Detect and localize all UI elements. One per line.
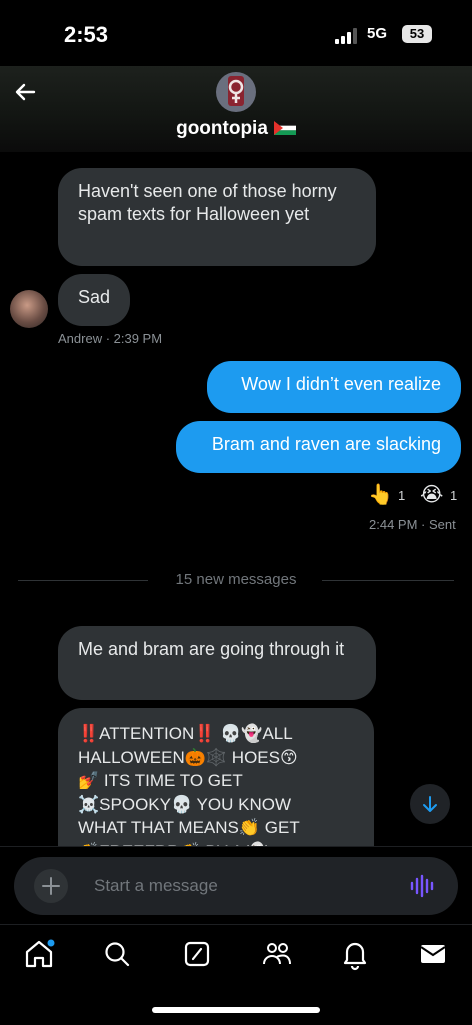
message-line: 💅 ITS TIME TO GET — [78, 771, 243, 790]
venus-fist-icon — [228, 76, 244, 106]
composer-area: Start a message — [0, 846, 472, 925]
new-messages-divider: 15 new messages — [175, 571, 297, 588]
message-bubble-sent[interactable]: Bram and raven are slacking — [176, 421, 461, 473]
conversation-header: goontopia — [0, 66, 472, 152]
message-status: Sent — [428, 517, 456, 532]
status-time: 2:53 — [64, 22, 109, 47]
message-line: WHAT THAT MEANS👏 GET — [78, 818, 300, 837]
battery-icon: 53 — [402, 25, 432, 43]
home-indicator — [152, 1007, 320, 1013]
message-text: Bram and raven are slacking — [211, 434, 441, 454]
palestine-flag-icon — [273, 121, 296, 135]
reaction-pointing-up-emoji[interactable]: 👆 — [368, 482, 393, 507]
message-bubble-sent[interactable]: Wow I didn’t even realize — [207, 361, 461, 413]
home-icon[interactable] — [22, 937, 56, 971]
scroll-to-bottom-button[interactable] — [410, 784, 450, 824]
group-avatar[interactable] — [216, 72, 256, 112]
message-text: Me and bram are going through it — [78, 639, 345, 659]
search-icon[interactable] — [100, 937, 134, 971]
message-composer[interactable]: Start a message — [14, 857, 458, 915]
message-meta: Andrew · 2:39 PM — [58, 331, 163, 346]
reaction-count: 1 — [398, 488, 406, 503]
message-text: Haven't seen one of those horny spam tex… — [78, 181, 337, 224]
message-meta: 2:44 PM · Sent — [369, 517, 456, 532]
plus-icon — [42, 877, 60, 895]
back-arrow-icon[interactable] — [10, 76, 42, 108]
message-text: Wow I didn’t even realize — [241, 374, 441, 394]
add-media-button[interactable] — [34, 869, 68, 903]
voice-message-icon[interactable] — [410, 874, 436, 898]
notifications-icon[interactable] — [338, 937, 372, 971]
message-time: 2:39 PM — [113, 331, 163, 346]
message-bubble[interactable]: Me and bram are going through it — [58, 626, 376, 700]
bottom-tab-bar — [0, 924, 472, 1025]
signal-icon — [335, 28, 357, 44]
message-bubble[interactable]: Sad — [58, 274, 130, 326]
communities-icon[interactable] — [260, 937, 294, 971]
battery-level: 53 — [409, 26, 425, 41]
reaction-count: 1 — [450, 488, 458, 503]
grok-icon[interactable] — [180, 937, 214, 971]
status-bar: 2:53 5G 53 — [0, 0, 472, 66]
message-time: 2:44 PM — [369, 517, 418, 532]
message-line: ‼️ATTENTION‼️ 💀👻ALL — [78, 724, 293, 743]
group-title-text: goontopia — [176, 118, 268, 139]
andrew-avatar[interactable] — [10, 290, 48, 328]
message-input[interactable]: Start a message — [94, 876, 218, 896]
message-text: Sad — [78, 287, 111, 307]
network-label: 5G — [367, 25, 388, 42]
arrow-down-icon — [423, 796, 437, 812]
reaction-crying-emoji[interactable]: 😭 — [420, 482, 443, 507]
message-bubble[interactable]: Haven't seen one of those horny spam tex… — [58, 168, 376, 266]
group-title[interactable]: goontopia — [0, 118, 472, 140]
sender-name: Andrew — [58, 331, 103, 346]
message-line: HALLOWEEN🎃🕸️ HOES😙 — [78, 747, 298, 767]
messages-icon[interactable] — [416, 937, 450, 971]
message-line: ☠️SPOOKY💀 YOU KNOW — [78, 794, 291, 814]
